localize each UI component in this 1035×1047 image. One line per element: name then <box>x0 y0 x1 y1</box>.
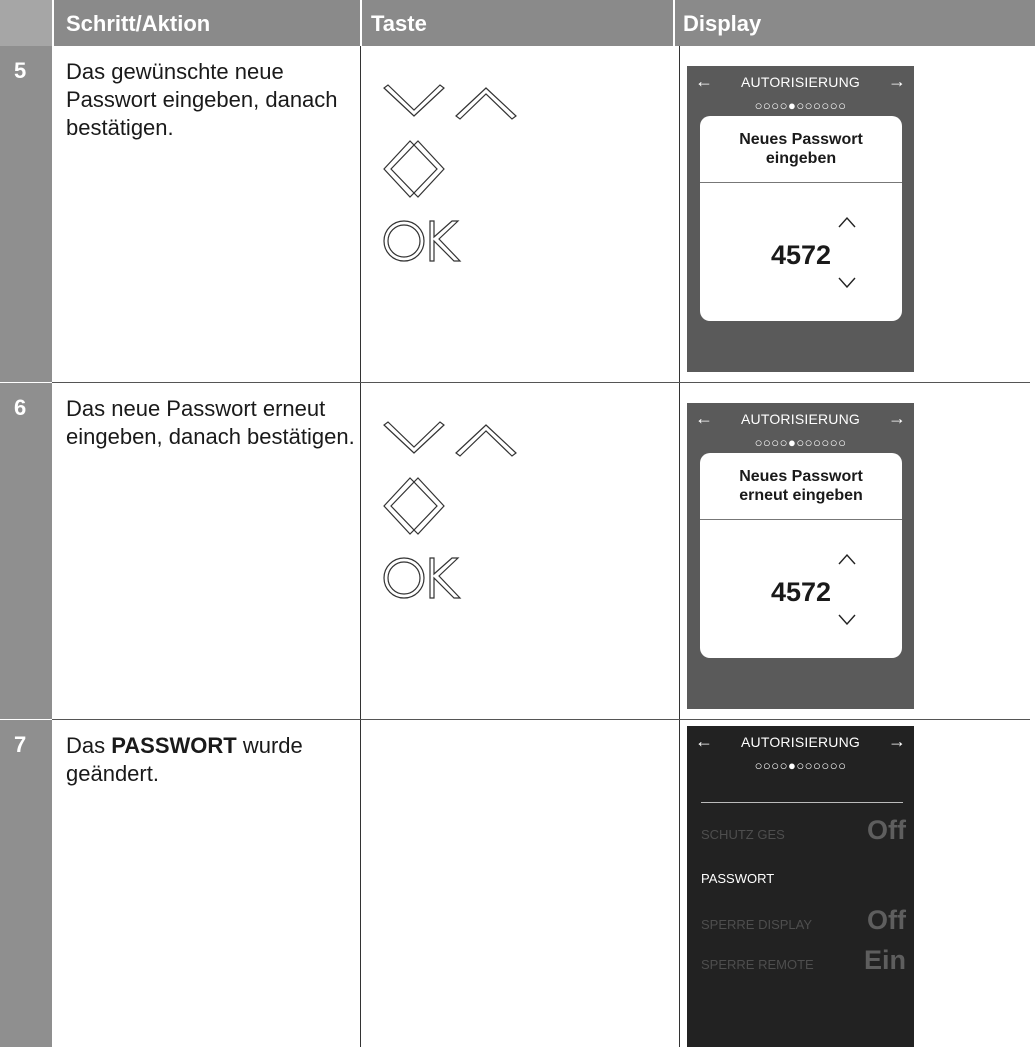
down-up-keys-icon <box>383 421 517 457</box>
step-action: Das neue Passwort erneut eingeben, danac… <box>66 396 355 449</box>
list-item: SPERRE DISPLAY Off <box>701 905 906 935</box>
card-title: eingeben <box>765 150 837 167</box>
header-divider <box>52 0 54 46</box>
chevron-down-icon <box>838 614 856 625</box>
left-right-keys-icon <box>383 140 445 198</box>
input-card: Neues Passwort erneut eingeben 4572 <box>700 453 902 658</box>
step-number: 5 <box>0 46 52 382</box>
step-action: Das gewünschte neue Passwort eingeben, d… <box>66 59 338 140</box>
down-up-keys-icon <box>383 84 517 120</box>
table-row: 5 Das gewünschte neue Passwort eingeben,… <box>0 46 1035 382</box>
device-display: ← AUTORISIERUNG → ○○○○●○○○○○○ SCHUTZ GES… <box>687 726 914 1047</box>
table-row: 7 Das PASSWORT wurde geändert. ← AUTORIS… <box>0 720 1035 1047</box>
header-key: Taste <box>371 11 427 36</box>
input-card: Neues Passwort eingeben 4572 <box>700 116 902 321</box>
list-item: PASSWORT <box>701 871 775 886</box>
display-title: AUTORISIERUNG <box>740 411 861 427</box>
chevron-up-icon <box>838 553 856 565</box>
header-divider <box>360 0 362 46</box>
arrow-right-icon: → <box>888 71 906 91</box>
table-row: 6 Das neue Passwort erneut eingeben, dan… <box>0 383 1035 719</box>
header-divider <box>673 0 675 46</box>
card-title: erneut eingeben <box>739 487 863 504</box>
header-action: Schritt/Aktion <box>66 11 211 36</box>
step-action: Das PASSWORT wurde geändert. <box>66 733 303 786</box>
chevron-up-icon <box>838 216 856 228</box>
step-number: 7 <box>0 720 52 1047</box>
table-header: Schritt/Aktion Taste Display <box>0 0 1035 46</box>
header-num <box>0 0 52 46</box>
ok-key-icon <box>383 220 462 262</box>
list-item: SPERRE REMOTE Ein <box>701 945 906 975</box>
device-display: ← AUTORISIERUNG → ○○○○●○○○○○○ Neues Pass… <box>687 66 914 372</box>
step-number: 6 <box>0 383 52 719</box>
display-title: AUTORISIERUNG <box>740 74 861 90</box>
left-right-keys-icon <box>383 477 445 535</box>
card-title: Neues Passwort <box>739 131 863 148</box>
page-indicator: ○○○○●○○○○○○ <box>754 98 847 113</box>
key-icons <box>382 419 522 604</box>
password-value: 4572 <box>770 577 832 607</box>
header-display: Display <box>683 11 762 36</box>
device-display: ← AUTORISIERUNG → ○○○○●○○○○○○ Neues Pass… <box>687 403 914 709</box>
arrow-right-icon: → <box>888 731 906 751</box>
display-title: AUTORISIERUNG <box>740 734 861 750</box>
chevron-down-icon <box>838 277 856 288</box>
password-value: 4572 <box>770 240 832 270</box>
list-item: SCHUTZ GES Off <box>701 815 906 845</box>
arrow-right-icon: → <box>888 408 906 428</box>
page-indicator: ○○○○●○○○○○○ <box>754 758 847 773</box>
key-icons <box>382 82 522 267</box>
page-indicator: ○○○○●○○○○○○ <box>754 435 847 450</box>
ok-key-icon <box>383 557 462 599</box>
emphasis-passwort: PASSWORT <box>111 733 237 758</box>
card-title: Neues Passwort <box>739 468 863 485</box>
